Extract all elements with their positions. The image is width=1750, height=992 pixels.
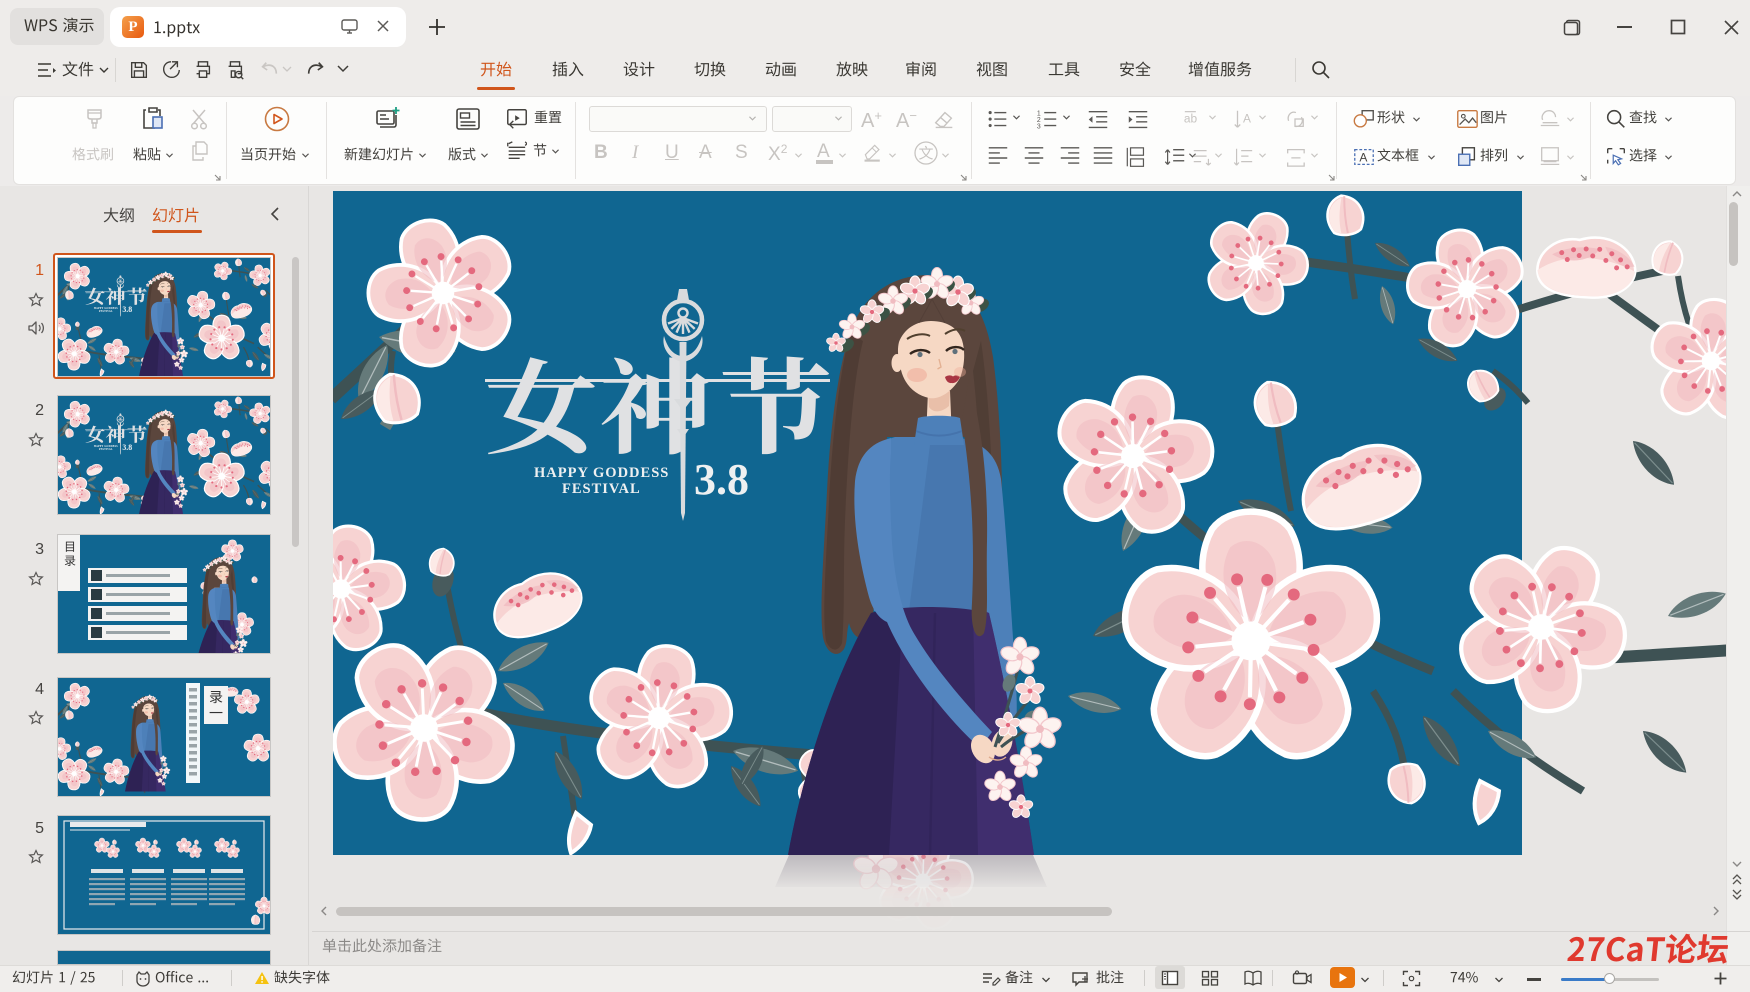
- svg-text:3: 3: [1037, 123, 1041, 130]
- svg-text:A: A: [1243, 112, 1251, 126]
- svg-text:ab: ab: [1184, 112, 1198, 126]
- svg-text:A: A: [1359, 151, 1367, 165]
